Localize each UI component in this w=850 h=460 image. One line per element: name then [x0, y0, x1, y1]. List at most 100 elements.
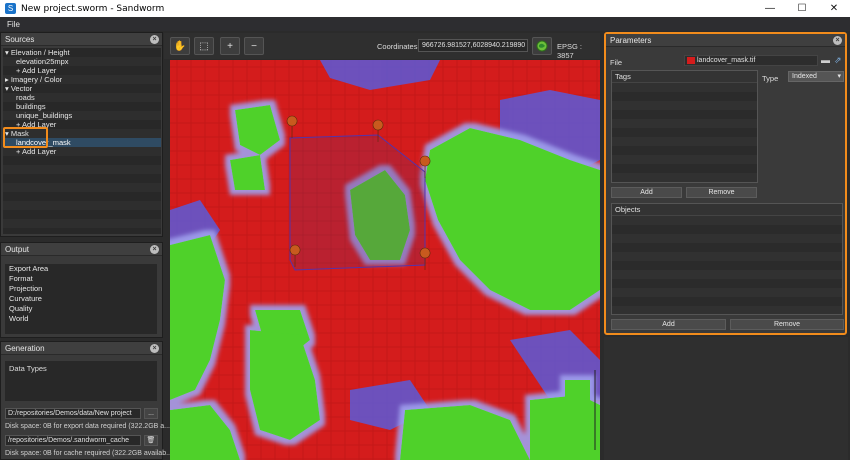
coordinates-label: Coordinates: [377, 42, 420, 51]
output-item[interactable]: World [5, 314, 157, 324]
list-row [612, 101, 757, 110]
tree-item[interactable]: unique_buildings [3, 111, 161, 120]
data-types-label: Data Types [9, 364, 47, 373]
close-icon[interactable]: × [150, 344, 159, 353]
list-row [612, 110, 757, 119]
tree-empty-row [3, 192, 161, 201]
list-row [612, 173, 757, 182]
browse-export-button[interactable]: ... [144, 408, 158, 419]
file-thumbnail-icon [687, 56, 695, 64]
close-icon[interactable]: × [150, 35, 159, 44]
zoom-out-icon[interactable]: − [244, 37, 264, 55]
objects-header: Objects [612, 204, 842, 216]
chevron-down-icon: ▾ [837, 73, 841, 80]
map-viewport[interactable] [170, 60, 600, 460]
remove-tag-button[interactable]: Remove [686, 187, 757, 198]
close-icon[interactable]: × [150, 245, 159, 254]
tree-item[interactable]: ▾ Vector [3, 84, 161, 93]
list-row [612, 306, 842, 314]
empty-dock-area [604, 337, 848, 460]
list-row [612, 288, 842, 297]
export-path-input[interactable]: D:/repositories/Demos/data/New project [5, 408, 141, 419]
list-row [612, 137, 757, 146]
tags-header-label: Tags [615, 72, 631, 81]
list-row [612, 234, 842, 243]
tree-item[interactable]: buildings [3, 102, 161, 111]
landcover-map [170, 60, 600, 460]
generation-header: Generation × [1, 342, 162, 355]
file-label: File [610, 58, 623, 67]
output-item[interactable]: Projection [5, 284, 157, 294]
tree-item[interactable]: roads [3, 93, 161, 102]
cache-disk-space: Disk space: 0B for cache required (322.2… [5, 450, 172, 457]
list-row [612, 252, 842, 261]
list-row [612, 92, 757, 101]
maximize-button[interactable]: ☐ [786, 0, 818, 17]
list-row [612, 119, 757, 128]
zoom-in-icon[interactable]: + [220, 37, 240, 55]
tree-item[interactable]: + Add Layer [3, 66, 161, 75]
coordinates-input[interactable]: 966726.981527,6028940.219890 [418, 39, 528, 52]
close-window-button[interactable]: ✕ [818, 0, 850, 17]
objects-header-label: Objects [615, 205, 641, 214]
tree-empty-row [3, 165, 161, 174]
menu-file[interactable]: File [7, 20, 20, 29]
tree-empty-row [3, 156, 161, 165]
output-panel: Output × Export Area Format Projection Curv… [0, 242, 163, 338]
output-list: Export Area Format Projection Curvature Qual… [5, 264, 157, 334]
list-row [612, 243, 842, 252]
select-icon[interactable]: ⬚ [194, 37, 214, 55]
app-icon: S [5, 3, 16, 14]
tree-item[interactable]: ▾ Elevation / Height [3, 48, 161, 57]
list-row [612, 270, 842, 279]
generation-panel: Generation × Data Types D:/repositories/… [0, 341, 172, 460]
list-row [612, 146, 757, 155]
parameters-title: Parameters [610, 35, 652, 45]
tree-item[interactable]: + Add Layer [3, 147, 161, 156]
sources-header: Sources × [1, 33, 162, 46]
list-row [612, 155, 757, 164]
output-item[interactable]: Export Area [5, 264, 157, 274]
data-types-box[interactable]: Data Types [5, 361, 157, 401]
objects-list[interactable]: Objects [611, 203, 843, 315]
tree-item[interactable]: elevation25mpx [3, 57, 161, 66]
file-value: landcover_mask.tif [697, 57, 756, 64]
type-value: Indexed [792, 73, 817, 80]
type-label: Type [762, 74, 779, 83]
epsg-label: EPSG : 3857 [557, 42, 583, 60]
tree-item[interactable]: ▸ Imagery / Color [3, 75, 161, 84]
list-row [612, 297, 842, 306]
parameters-panel: Parameters × File landcover_mask.tif ▬ ⇗… [604, 32, 847, 335]
list-row [612, 128, 757, 137]
globe-icon[interactable] [532, 37, 552, 55]
list-row [612, 164, 757, 173]
add-tag-button[interactable]: Add [611, 187, 682, 198]
map-toolbar: ✋ ⬚ + − Coordinates: 966726.981527,60289… [164, 33, 600, 60]
folder-icon[interactable]: ▬ [821, 55, 830, 65]
file-input[interactable]: landcover_mask.tif [684, 55, 818, 66]
tree-empty-row [3, 201, 161, 210]
type-select[interactable]: Indexed ▾ [788, 71, 844, 82]
output-item[interactable]: Curvature [5, 294, 157, 304]
export-icon[interactable]: ⇗ [834, 55, 842, 66]
output-item[interactable]: Quality [5, 304, 157, 314]
list-row [612, 216, 842, 225]
cache-path-input[interactable]: /repositories/Demos/.sandworm_cache [5, 435, 141, 446]
add-object-button[interactable]: Add [611, 319, 726, 330]
title-bar: S New project.sworm - Sandworm — ☐ ✕ [0, 0, 850, 17]
tags-header: Tags [612, 71, 757, 83]
close-icon[interactable]: × [833, 36, 842, 45]
minimize-button[interactable]: — [754, 0, 786, 17]
output-title: Output [5, 244, 30, 254]
list-row [612, 83, 757, 92]
menu-bar: File [0, 17, 850, 31]
tree-empty-row [3, 183, 161, 192]
remove-object-button[interactable]: Remove [730, 319, 844, 330]
tags-list[interactable]: Tags [611, 70, 758, 183]
trash-icon[interactable]: 🗑 [144, 435, 158, 446]
mask-highlight [3, 127, 48, 148]
output-item[interactable]: Format [5, 274, 157, 284]
generation-title: Generation [5, 343, 45, 353]
hand-icon[interactable]: ✋ [170, 37, 190, 55]
tree-empty-row [3, 219, 161, 228]
